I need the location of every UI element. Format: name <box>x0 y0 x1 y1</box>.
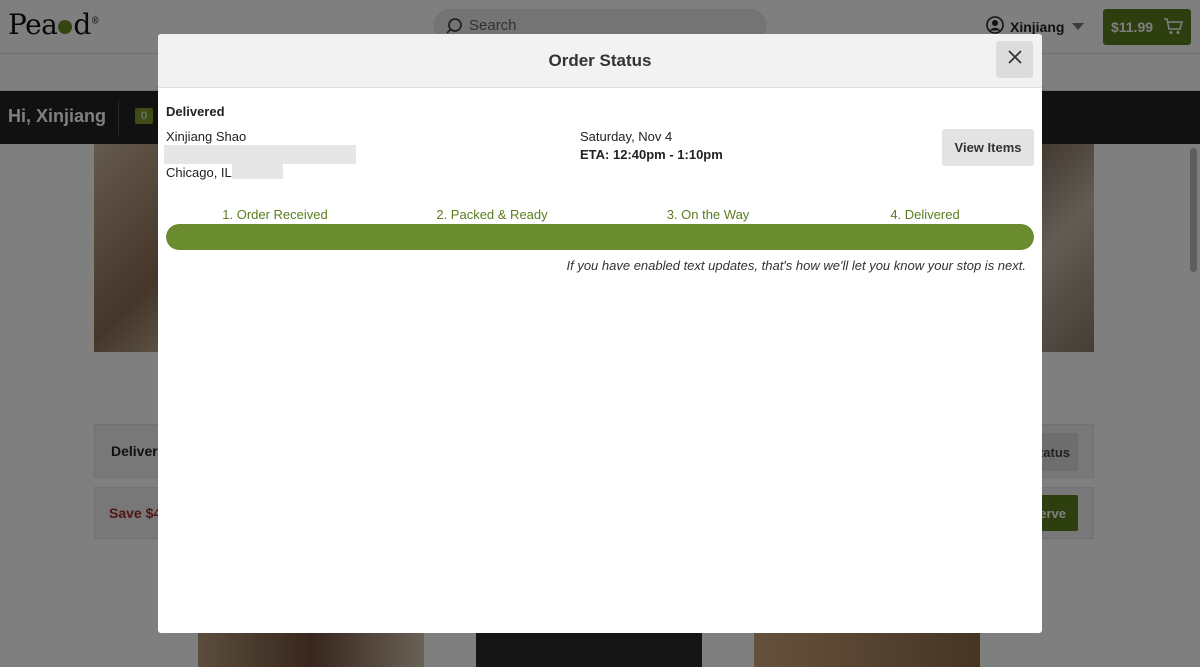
close-icon <box>1007 50 1022 69</box>
close-button[interactable] <box>996 41 1033 78</box>
redacted-zip <box>232 164 283 179</box>
order-status-label: Delivered <box>166 104 225 119</box>
modal-title: Order Status <box>548 51 652 70</box>
redacted-address <box>164 145 356 164</box>
order-status-modal: Order Status Delivered Xinjiang Shao Chi… <box>158 34 1042 633</box>
modal-header: Order Status <box>158 34 1042 88</box>
customer-name: Xinjiang Shao <box>166 129 247 144</box>
progress-step-order-received: 1. Order Received <box>222 207 328 222</box>
order-progress-bar <box>166 224 1034 250</box>
order-progress-fill <box>166 224 1034 250</box>
progress-step-on-the-way: 3. On the Way <box>666 207 750 222</box>
text-updates-note: If you have enabled text updates, that's… <box>566 258 1026 273</box>
delivery-date: Saturday, Nov 4 <box>580 129 673 144</box>
progress-step-packed-ready: 2. Packed & Ready <box>436 207 548 222</box>
progress-step-delivered: 4. Delivered <box>890 207 960 222</box>
customer-city: Chicago, IL <box>166 165 232 180</box>
view-items-button[interactable]: View Items <box>942 129 1034 166</box>
delivery-eta: ETA: 12:40pm - 1:10pm <box>580 147 723 162</box>
